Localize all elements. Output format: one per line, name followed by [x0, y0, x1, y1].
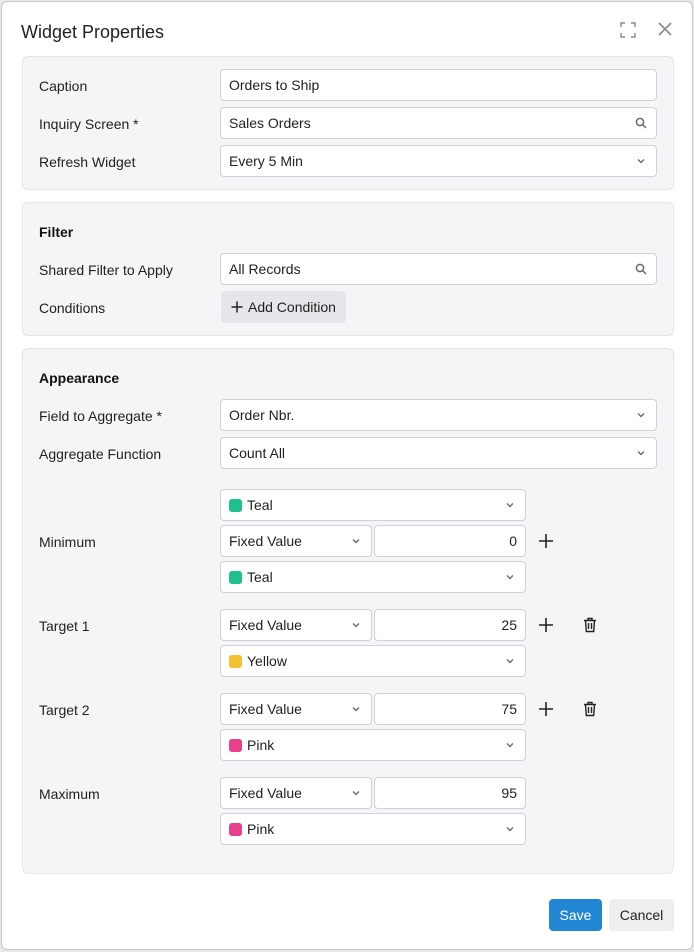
color-swatch — [229, 498, 242, 512]
maximize-icon[interactable] — [620, 22, 638, 40]
appearance-panel: Appearance Field to Aggregate * Order Nb… — [22, 348, 674, 874]
chevron-down-icon — [503, 570, 517, 584]
filter-panel: Filter Shared Filter to Apply All Record… — [22, 202, 674, 336]
dialog-title: Widget Properties — [21, 22, 165, 42]
search-icon[interactable] — [634, 116, 648, 130]
conditions-label: Conditions — [39, 300, 106, 316]
appearance-section-title: Appearance — [39, 370, 120, 386]
caption-input[interactable]: Orders to Ship — [220, 69, 657, 101]
chevron-down-icon — [503, 498, 517, 512]
widget-properties-dialog: Widget Properties Caption Orders to Ship… — [1, 1, 693, 950]
refresh-widget-label: Refresh Widget — [39, 154, 136, 170]
maximum-value-input[interactable]: 95 — [374, 777, 526, 809]
trash-icon[interactable] — [580, 615, 600, 635]
add-condition-label: Add Condition — [248, 299, 336, 315]
color-swatch — [229, 822, 242, 836]
target1-label: Target 1 — [39, 618, 90, 634]
minimum-value-input[interactable]: 0 — [374, 525, 526, 557]
plus-icon — [231, 301, 243, 313]
target1-color-select[interactable]: Yellow — [220, 645, 526, 677]
chevron-down-icon — [349, 702, 363, 716]
target1-type-select[interactable]: Fixed Value — [220, 609, 372, 641]
search-icon[interactable] — [634, 262, 648, 276]
close-icon[interactable] — [657, 21, 675, 39]
field-to-aggregate-select[interactable]: Order Nbr. — [220, 399, 657, 431]
trash-icon[interactable] — [580, 699, 600, 719]
filter-section-title: Filter — [39, 224, 74, 240]
minimum-type-select[interactable]: Fixed Value — [220, 525, 372, 557]
add-icon[interactable] — [536, 615, 556, 635]
maximum-type-select[interactable]: Fixed Value — [220, 777, 372, 809]
add-icon[interactable] — [536, 699, 556, 719]
color-swatch — [229, 570, 242, 584]
caption-label: Caption — [39, 78, 88, 94]
target2-type-select[interactable]: Fixed Value — [220, 693, 372, 725]
chevron-down-icon — [634, 154, 648, 168]
shared-filter-input[interactable]: All Records — [220, 253, 657, 285]
chevron-down-icon — [503, 654, 517, 668]
minimum-top-color-select[interactable]: Teal — [220, 489, 526, 521]
inquiry-screen-input[interactable]: Sales Orders — [220, 107, 657, 139]
save-button[interactable]: Save — [549, 899, 602, 931]
aggregate-function-label: Aggregate Function — [39, 446, 162, 462]
shared-filter-label: Shared Filter to Apply — [39, 262, 173, 278]
field-to-aggregate-label: Field to Aggregate * — [39, 408, 162, 424]
minimum-label: Minimum — [39, 534, 96, 550]
add-condition-button[interactable]: Add Condition — [221, 291, 346, 323]
color-swatch — [229, 654, 242, 668]
aggregate-function-select[interactable]: Count All — [220, 437, 657, 469]
maximum-color-select[interactable]: Pink — [220, 813, 526, 845]
target2-color-select[interactable]: Pink — [220, 729, 526, 761]
color-swatch — [229, 738, 242, 752]
chevron-down-icon — [349, 618, 363, 632]
target2-label: Target 2 — [39, 702, 90, 718]
target2-value-input[interactable]: 75 — [374, 693, 526, 725]
inquiry-screen-label: Inquiry Screen * — [39, 116, 139, 132]
general-panel: Caption Orders to Ship Inquiry Screen * … — [22, 56, 674, 190]
chevron-down-icon — [349, 534, 363, 548]
chevron-down-icon — [634, 408, 648, 422]
chevron-down-icon — [349, 786, 363, 800]
target1-value-input[interactable]: 25 — [374, 609, 526, 641]
cancel-button[interactable]: Cancel — [609, 899, 674, 931]
add-icon[interactable] — [536, 531, 556, 551]
maximum-label: Maximum — [39, 786, 100, 802]
minimum-color-select[interactable]: Teal — [220, 561, 526, 593]
refresh-widget-select[interactable]: Every 5 Min — [220, 145, 657, 177]
chevron-down-icon — [503, 738, 517, 752]
chevron-down-icon — [634, 446, 648, 460]
chevron-down-icon — [503, 822, 517, 836]
